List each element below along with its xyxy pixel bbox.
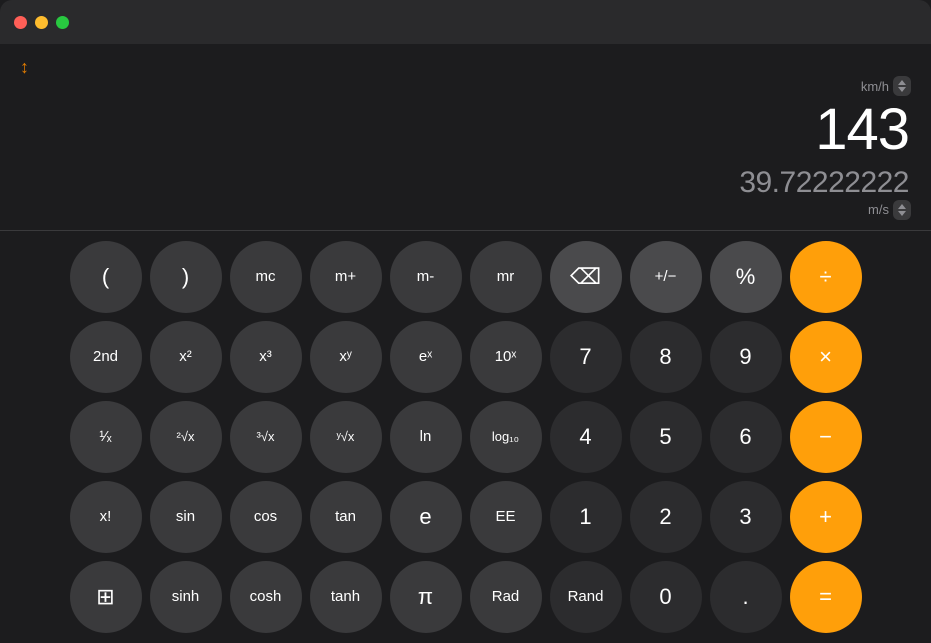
btn-sinh[interactable]: sinh — [150, 561, 222, 633]
secondary-unit-stepper[interactable] — [893, 200, 911, 220]
secondary-display: 39.72222222 — [20, 166, 911, 200]
secondary-unit-label: m/s — [868, 202, 889, 217]
sort-icon[interactable]: ↕ — [20, 58, 911, 76]
btn-cbrt[interactable]: ³√x — [230, 401, 302, 473]
btn-reciprocal[interactable]: ¹⁄ₓ — [70, 401, 142, 473]
btn-cos[interactable]: cos — [230, 481, 302, 553]
btn-ee[interactable]: EE — [470, 481, 542, 553]
btn-subtract[interactable]: − — [790, 401, 862, 473]
btn-rad[interactable]: Rad — [470, 561, 542, 633]
btn-multiply[interactable]: × — [790, 321, 862, 393]
secondary-unit-row: m/s — [20, 200, 911, 220]
minimize-button[interactable] — [35, 16, 48, 29]
btn-eight[interactable]: 8 — [630, 321, 702, 393]
btn-exp-x[interactable]: eˣ — [390, 321, 462, 393]
titlebar — [0, 0, 931, 44]
btn-sin[interactable]: sin — [150, 481, 222, 553]
btn-second[interactable]: 2nd — [70, 321, 142, 393]
btn-memory-minus[interactable]: m- — [390, 241, 462, 313]
btn-power-y[interactable]: xʸ — [310, 321, 382, 393]
btn-add[interactable]: + — [790, 481, 862, 553]
btn-six[interactable]: 6 — [710, 401, 782, 473]
maximize-button[interactable] — [56, 16, 69, 29]
btn-five[interactable]: 5 — [630, 401, 702, 473]
btn-rand[interactable]: Rand — [550, 561, 622, 633]
btn-memory-recall[interactable]: mr — [470, 241, 542, 313]
btn-tan[interactable]: tan — [310, 481, 382, 553]
btn-pi[interactable]: π — [390, 561, 462, 633]
key-row-row5: ⊞sinhcoshtanhπRadRand0.= — [12, 561, 919, 633]
btn-factorial[interactable]: x! — [70, 481, 142, 553]
btn-memory-plus[interactable]: m+ — [310, 241, 382, 313]
btn-equals[interactable]: = — [790, 561, 862, 633]
btn-seven[interactable]: 7 — [550, 321, 622, 393]
btn-zero[interactable]: 0 — [630, 561, 702, 633]
btn-memory-clear[interactable]: mc — [230, 241, 302, 313]
btn-percent[interactable]: % — [710, 241, 782, 313]
btn-three[interactable]: 3 — [710, 481, 782, 553]
btn-close-paren[interactable]: ) — [150, 241, 222, 313]
btn-tanh[interactable]: tanh — [310, 561, 382, 633]
btn-backspace[interactable]: ⌫ — [550, 241, 622, 313]
btn-divide[interactable]: ÷ — [790, 241, 862, 313]
btn-euler[interactable]: e — [390, 481, 462, 553]
btn-yroot[interactable]: ʸ√x — [310, 401, 382, 473]
key-row-row1: ()mcm+m-mr⌫+/−%÷ — [12, 241, 919, 313]
btn-decimal[interactable]: . — [710, 561, 782, 633]
btn-four[interactable]: 4 — [550, 401, 622, 473]
btn-ten-x[interactable]: 10ˣ — [470, 321, 542, 393]
main-display: 143 — [20, 98, 911, 162]
btn-two[interactable]: 2 — [630, 481, 702, 553]
key-row-row4: x!sincostaneEE123+ — [12, 481, 919, 553]
keypad: ()mcm+m-mr⌫+/−%÷ 2ndx²x³xʸeˣ10ˣ789× ¹⁄ₓ²√x… — [0, 231, 931, 643]
main-unit-stepper[interactable] — [893, 76, 911, 96]
btn-open-paren[interactable]: ( — [70, 241, 142, 313]
btn-one[interactable]: 1 — [550, 481, 622, 553]
btn-plus-minus[interactable]: +/− — [630, 241, 702, 313]
display-area: ↕ km/h 143 39.72222222 m/s — [0, 44, 931, 230]
close-button[interactable] — [14, 16, 27, 29]
btn-ln[interactable]: ln — [390, 401, 462, 473]
btn-cosh[interactable]: cosh — [230, 561, 302, 633]
main-unit-label: km/h — [861, 79, 889, 94]
btn-cube[interactable]: x³ — [230, 321, 302, 393]
btn-nine[interactable]: 9 — [710, 321, 782, 393]
key-row-row3: ¹⁄ₓ²√x³√xʸ√xlnlog₁₀456− — [12, 401, 919, 473]
main-unit-row: km/h — [20, 76, 911, 96]
key-row-row2: 2ndx²x³xʸeˣ10ˣ789× — [12, 321, 919, 393]
btn-convert[interactable]: ⊞ — [70, 561, 142, 633]
btn-log10[interactable]: log₁₀ — [470, 401, 542, 473]
btn-square[interactable]: x² — [150, 321, 222, 393]
btn-sqrt[interactable]: ²√x — [150, 401, 222, 473]
